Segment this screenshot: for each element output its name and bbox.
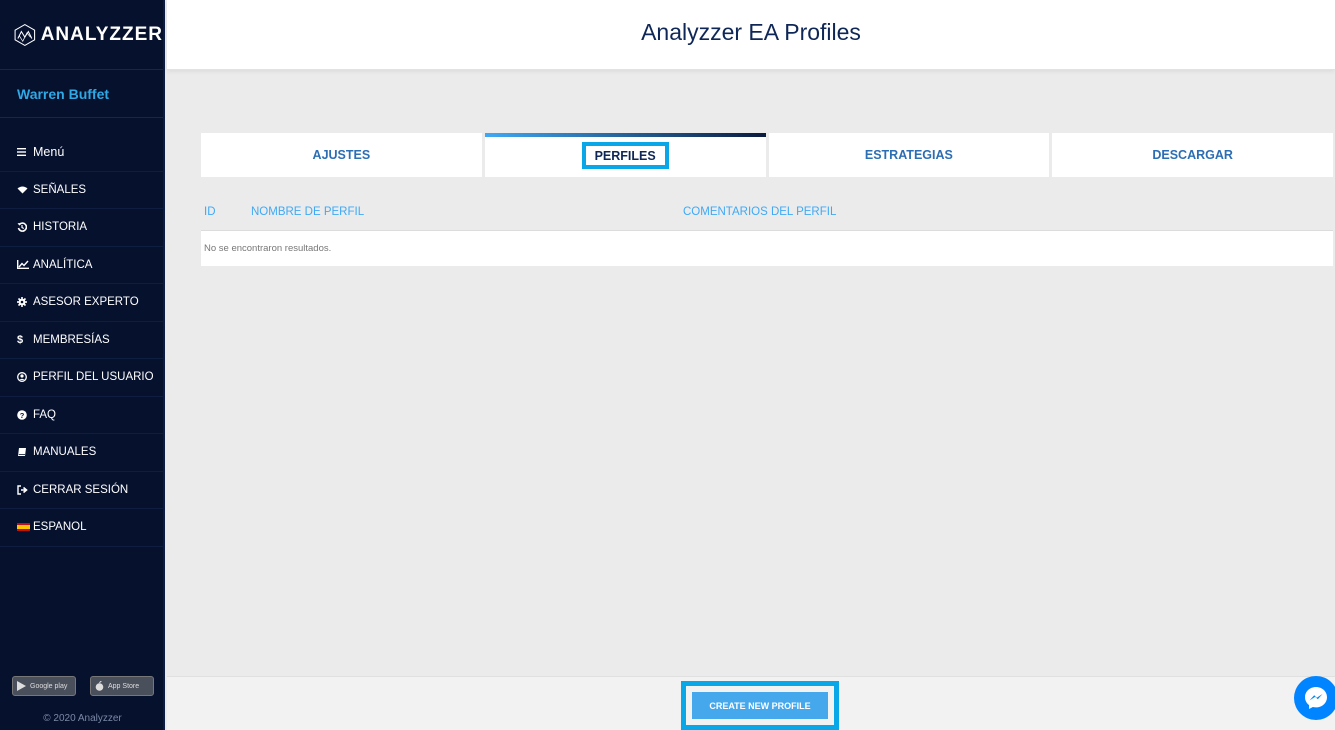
sidebar-item-asesor-experto[interactable]: ASESOR EXPERTO [0, 284, 163, 322]
sidebar-item-cerrar-sesion[interactable]: CERRAR SESIÓN [0, 472, 163, 509]
sidebar-item-membresias[interactable]: $ MEMBRESÍAS [0, 322, 163, 359]
sidebar-item-label: SEÑALES [33, 183, 87, 196]
app-store-label: App Store [108, 682, 140, 690]
sidebar-item-label: PERFIL DEL USUARIO [33, 371, 154, 384]
tab-label: AJUSTES [312, 148, 371, 162]
line-chart-icon [17, 260, 33, 270]
analyzzer-logo-icon [14, 23, 36, 46]
sidebar-item-analitica[interactable]: ANALÍTICA [0, 247, 163, 284]
sidebar-item-manuales[interactable]: MANUALES [0, 434, 163, 472]
copyright: © 2020 Analyzzer [43, 713, 122, 724]
sign-out-icon [17, 485, 33, 495]
tab-label: ESTRATEGIAS [864, 148, 953, 162]
tab-descargar[interactable]: DESCARGAR [1052, 133, 1333, 177]
top-bar: Analyzzer EA Profiles [167, 0, 1335, 70]
sidebar-nav: Menú SEÑALES HISTORIA ANALÍTICA ASESOR E… [0, 134, 163, 547]
sidebar-item-label: CERRAR SESIÓN [33, 483, 129, 496]
sidebar-item-faq[interactable]: ? FAQ [0, 397, 163, 434]
history-icon [17, 222, 33, 233]
page-title: Analyzzer EA Profiles [641, 19, 861, 45]
sidebar-item-historia[interactable]: HISTORIA [0, 209, 163, 247]
dollar-icon: $ [17, 333, 24, 346]
tab-estrategias[interactable]: ESTRATEGIAS [768, 133, 1050, 177]
sidebar-item-label: ANALÍTICA [33, 258, 93, 271]
sidebar-item-label: HISTORIA [33, 221, 88, 234]
sidebar-item-label: MANUALES [33, 446, 97, 459]
signal-icon [17, 186, 33, 194]
hamburger-icon [17, 148, 33, 157]
sidebar: ANALYZZER Warren Buffet Menú SEÑALES HIS… [0, 0, 165, 730]
sidebar-item-label: ASESOR EXPERTO [33, 296, 139, 309]
google-play-badge[interactable]: Google play [12, 676, 76, 696]
create-new-profile-button[interactable]: CREATE NEW PROFILE [692, 692, 828, 719]
sidebar-item-label: Menú [33, 145, 65, 160]
app-store-badges: Google play App Store [12, 676, 154, 696]
app-store-badge[interactable]: App Store [90, 676, 154, 696]
sidebar-item-menu[interactable]: Menú [0, 134, 163, 172]
svg-text:?: ? [20, 411, 25, 420]
user-name[interactable]: Warren Buffet [0, 70, 163, 118]
column-header-id[interactable]: ID [201, 206, 251, 218]
profiles-table: ID NOMBRE DE PERFIL COMENTARIOS DEL PERF… [201, 193, 1333, 266]
spain-flag-icon [17, 523, 30, 532]
messenger-icon [1305, 687, 1327, 709]
sidebar-item-perfil-usuario[interactable]: PERFIL DEL USUARIO [0, 359, 163, 397]
user-circle-icon [17, 372, 33, 383]
tab-perfiles[interactable]: PERFILES [484, 133, 766, 177]
brand[interactable]: ANALYZZER [0, 0, 163, 70]
google-play-label: Google play [30, 682, 68, 690]
gear-icon [17, 297, 33, 308]
book-icon [17, 447, 33, 457]
brand-name: ANALYZZER [40, 23, 163, 45]
table-header: ID NOMBRE DE PERFIL COMENTARIOS DEL PERF… [201, 193, 1333, 231]
messenger-chat-button[interactable] [1294, 676, 1335, 720]
apple-icon [95, 681, 104, 691]
sidebar-item-language[interactable]: ESPANOL [0, 509, 163, 547]
column-header-profile-comments[interactable]: COMENTARIOS DEL PERFIL [683, 206, 1333, 218]
sidebar-item-label: MEMBRESÍAS [33, 333, 110, 346]
empty-results-row: No se encontraron resultados. [201, 231, 1333, 266]
sidebar-item-label: FAQ [33, 408, 57, 421]
column-header-profile-name[interactable]: NOMBRE DE PERFIL [251, 206, 683, 218]
question-icon: ? [17, 409, 33, 420]
sidebar-item-senales[interactable]: SEÑALES [0, 172, 163, 209]
sidebar-item-label: ESPANOL [33, 521, 87, 534]
tab-label: DESCARGAR [1152, 148, 1233, 162]
google-play-icon [17, 681, 26, 691]
tab-label: PERFILES [581, 141, 669, 169]
tab-bar: AJUSTES PERFILES ESTRATEGIAS DESCARGAR [201, 133, 1333, 177]
tab-ajustes[interactable]: AJUSTES [201, 133, 482, 177]
create-button-highlight: CREATE NEW PROFILE [681, 681, 839, 730]
